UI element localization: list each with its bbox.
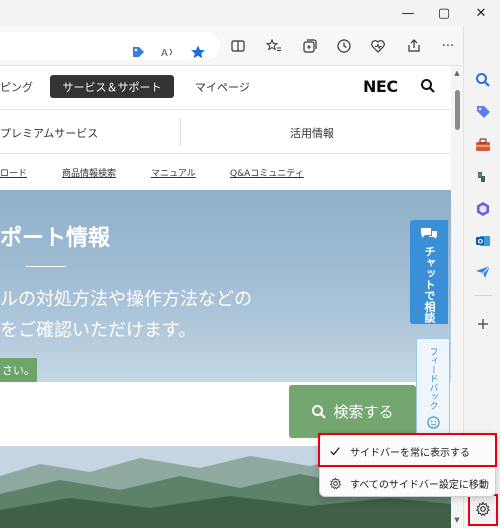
drop-icon[interactable] — [473, 262, 493, 282]
collections-icon[interactable] — [298, 34, 322, 58]
scroll-up-icon[interactable]: ▲ — [451, 68, 463, 78]
close-button[interactable]: ✕ — [462, 0, 500, 26]
add-icon[interactable] — [473, 314, 493, 334]
hero-tag: さい。 — [0, 358, 37, 382]
address-bar[interactable]: A — [0, 32, 220, 60]
hero-divider — [26, 266, 66, 267]
maximize-button[interactable]: ▢ — [425, 0, 463, 26]
search-icon[interactable] — [473, 70, 493, 90]
svg-text:A: A — [161, 48, 168, 59]
site-nav-secondary: プレミアムサービス 活用情報 — [0, 110, 451, 154]
svg-text:O: O — [478, 238, 484, 246]
smiley-icon — [426, 416, 440, 429]
nav-item-service-support[interactable]: サービス＆サポート — [50, 75, 174, 98]
history-icon[interactable] — [332, 34, 356, 58]
link-product-search[interactable]: 商品情報検索 — [62, 166, 116, 179]
nav-item-shopping[interactable]: ピング — [0, 79, 33, 95]
hero-line-1: ルの対処方法や操作方法などの — [0, 289, 252, 310]
nav-item-mypage[interactable]: マイページ — [195, 79, 250, 95]
search-icon[interactable] — [420, 78, 436, 94]
site-nav-links: ロード 商品情報検索 マニュアル Q&Aコミュニティ — [0, 154, 451, 190]
split-screen-icon[interactable] — [226, 34, 250, 58]
feedback-label: フィードバック — [427, 347, 438, 410]
share-icon[interactable] — [402, 34, 426, 58]
chat-bubble-icon — [421, 228, 437, 239]
link-qa-community[interactable]: Q&Aコミュニティ — [230, 166, 304, 179]
browser-toolbar: A ··· — [0, 26, 500, 66]
feedback-tab[interactable]: フィードバック — [416, 338, 450, 434]
hero-line-2: をご確認いただけます。 — [0, 320, 197, 341]
scroll-down-icon[interactable]: ▼ — [451, 515, 463, 525]
games-icon[interactable] — [473, 167, 493, 187]
chat-consult-tab[interactable]: チャットで相談 — [410, 220, 448, 324]
search-button[interactable]: 検索する — [289, 385, 416, 438]
favorites-icon[interactable] — [262, 34, 286, 58]
link-manual[interactable]: マニュアル — [151, 166, 196, 179]
gear-icon — [320, 476, 350, 490]
hero-description: ルの対処方法や操作方法などの をご確認いただけます。 — [0, 284, 252, 346]
search-icon — [312, 404, 327, 419]
chat-consult-label: チャットで相談 — [423, 246, 436, 323]
tools-icon[interactable] — [473, 135, 493, 155]
browser-essentials-icon[interactable] — [366, 34, 390, 58]
read-aloud-icon[interactable]: A — [156, 40, 180, 64]
shopping-tag-icon[interactable] — [473, 102, 493, 122]
menu-item-all-sidebar-settings[interactable]: すべてのサイドバー設定に移動 — [320, 467, 497, 499]
minimize-button[interactable]: — — [389, 0, 427, 26]
nav-item-premium[interactable]: プレミアムサービス — [0, 125, 98, 141]
more-icon[interactable]: ··· — [436, 34, 460, 58]
nav-divider — [180, 118, 181, 146]
site-nav-primary: ピング サービス＆サポート マイページ NEC — [0, 66, 451, 110]
favorite-star-icon[interactable] — [186, 40, 210, 64]
hero-title: ポート情報 — [0, 226, 111, 251]
link-download[interactable]: ロード — [0, 166, 27, 179]
title-bar: — ▢ ✕ — [0, 0, 500, 26]
nav-item-usage-info[interactable]: 活用情報 — [290, 125, 334, 141]
menu-item-label: すべてのサイドバー設定に移動 — [350, 479, 489, 491]
nec-logo[interactable]: NEC — [363, 77, 398, 96]
microsoft365-icon[interactable] — [473, 199, 493, 219]
sidebar-separator — [474, 295, 492, 296]
menu-item-highlight — [318, 433, 497, 467]
scroll-thumb[interactable] — [455, 90, 460, 130]
app-guard-icon[interactable] — [126, 40, 150, 64]
outlook-icon[interactable]: O — [473, 231, 493, 251]
search-button-label: 検索する — [333, 403, 394, 421]
